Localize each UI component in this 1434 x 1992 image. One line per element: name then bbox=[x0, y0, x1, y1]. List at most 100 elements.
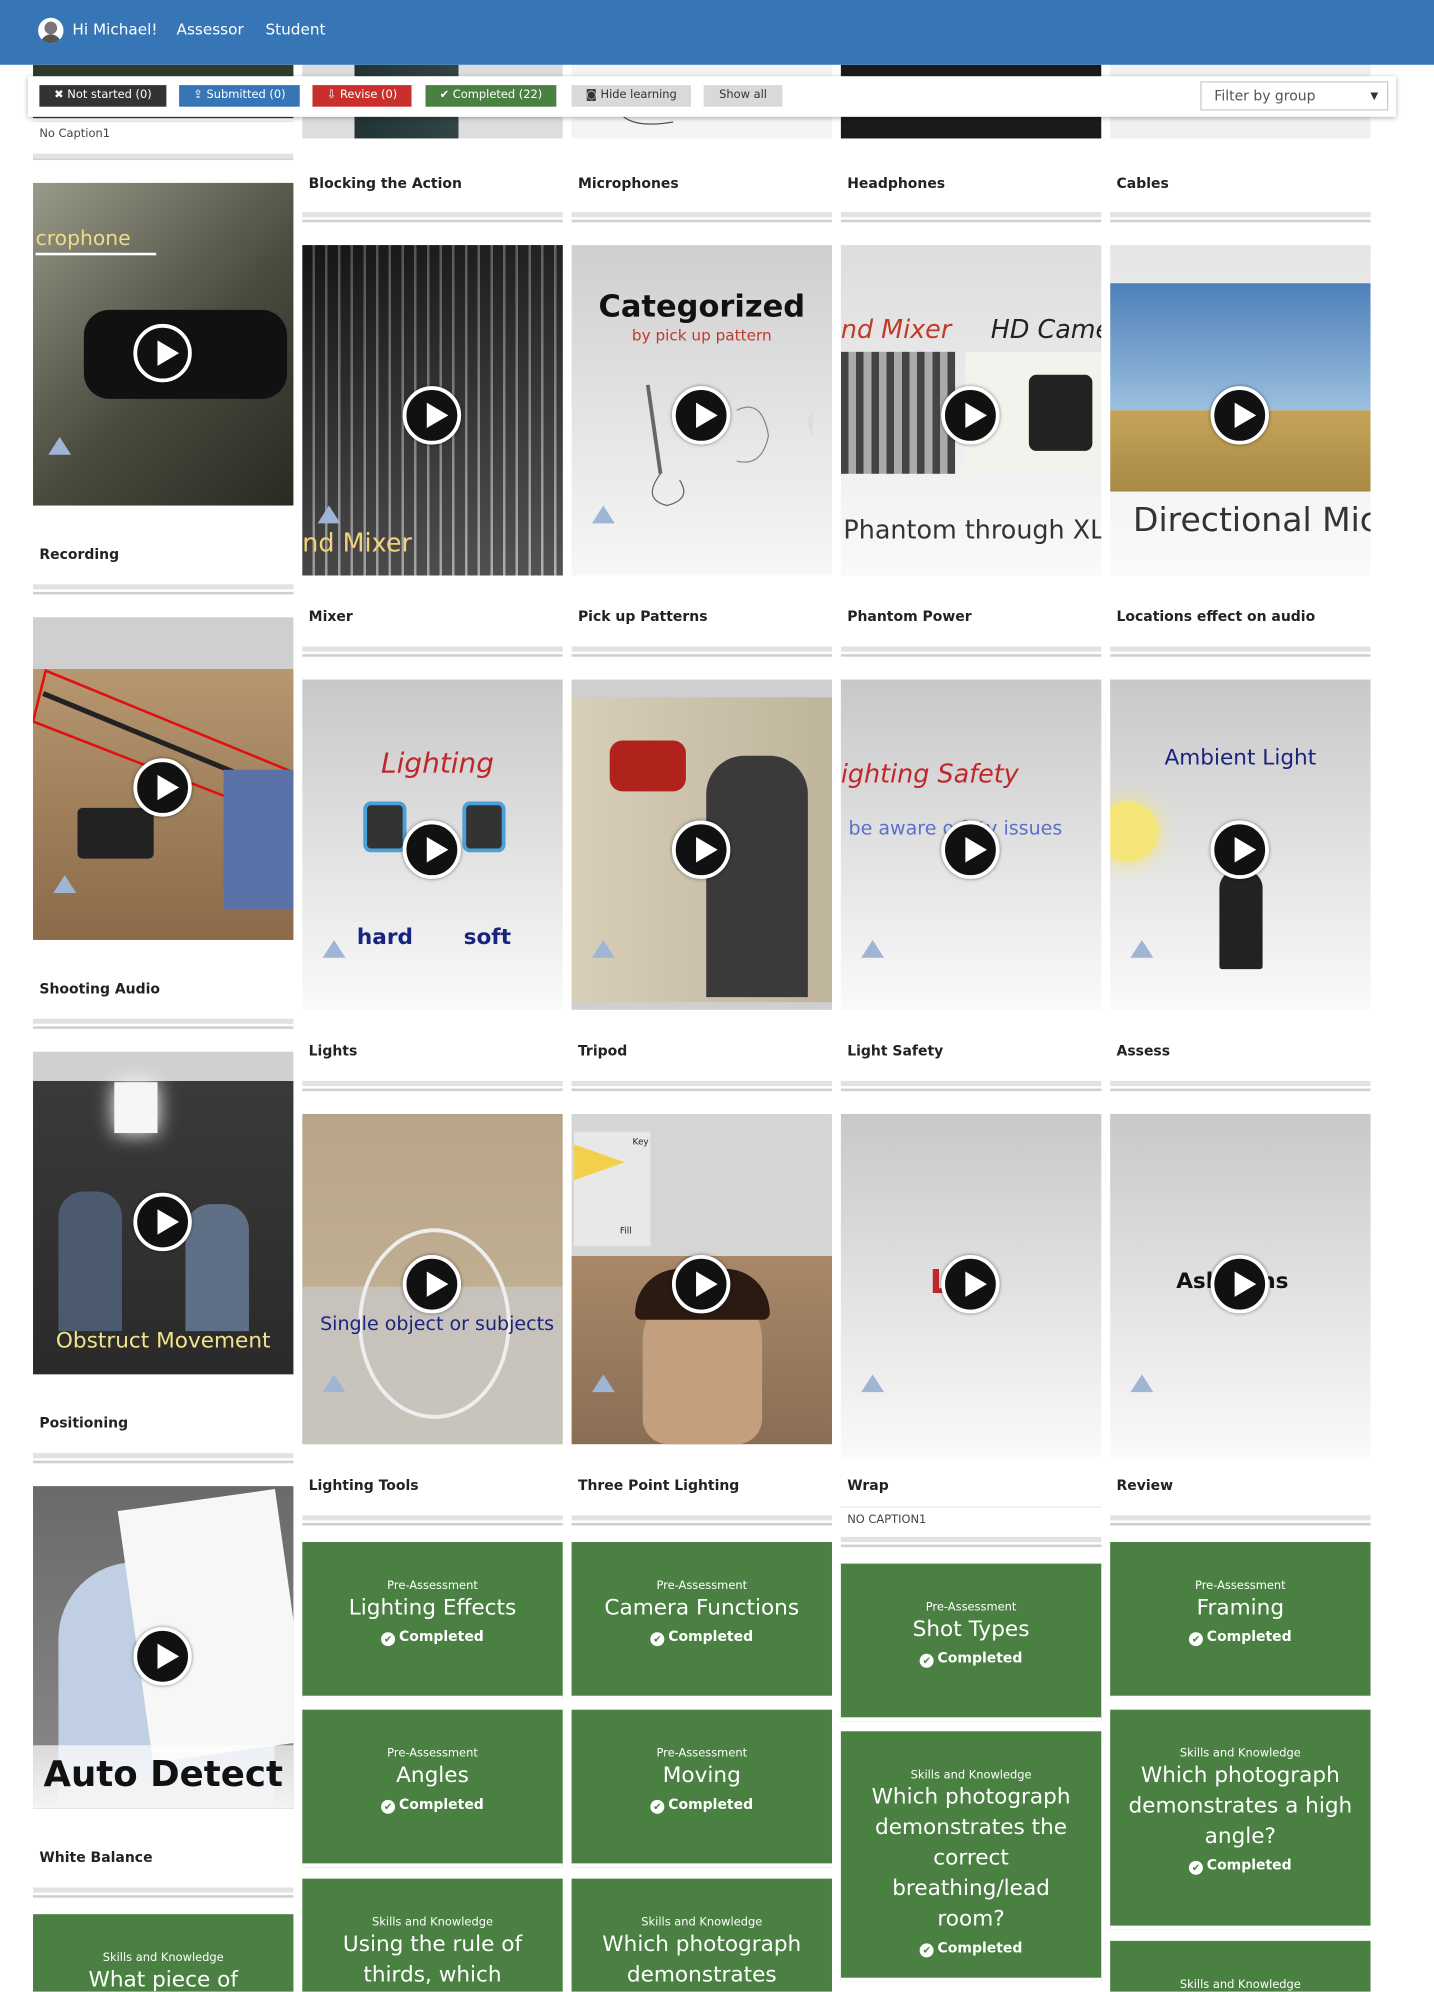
play-icon[interactable] bbox=[1210, 386, 1269, 445]
task-card[interactable]: Skills and Knowledge What piece of bbox=[33, 1914, 294, 1992]
logo-icon bbox=[1128, 1374, 1156, 1397]
play-icon[interactable] bbox=[671, 820, 731, 879]
video-thumbnail: ighting Safety be aware o fety issues bbox=[840, 679, 1102, 1010]
completed-filter-button[interactable]: ✔ Completed (22) bbox=[425, 85, 557, 107]
learning-card[interactable]: Auto Detect White Balance bbox=[33, 1486, 294, 1898]
filter-by-group-select[interactable]: Filter by group ▼ bbox=[1200, 81, 1389, 111]
greeting-link[interactable]: Hi Michael! bbox=[72, 20, 157, 38]
learning-card[interactable]: Ask tions Review bbox=[1110, 1113, 1371, 1526]
play-icon[interactable] bbox=[941, 1254, 1000, 1314]
task-card[interactable]: Pre-Assessment Lighting Effects ✔ Complet… bbox=[302, 1542, 563, 1700]
upload-icon: ⇪ bbox=[193, 88, 207, 102]
learning-card[interactable]: Shooting Audio bbox=[33, 617, 294, 1029]
task-card[interactable]: Pre-Assessment Angles ✔ Completed bbox=[302, 1709, 563, 1868]
card-caption: Blocking the Action bbox=[308, 175, 462, 192]
logo-icon bbox=[320, 939, 348, 963]
card-caption: Light Safety bbox=[847, 1042, 944, 1060]
learning-card[interactable]: Tripod bbox=[571, 679, 832, 1092]
card-caption: Review bbox=[1116, 1477, 1174, 1494]
binoculars-icon: ◙ bbox=[585, 88, 601, 102]
task-card[interactable]: Skills and Knowledge Which photograph de… bbox=[840, 1731, 1102, 1982]
logo-icon bbox=[315, 505, 343, 529]
revise-icon: ⇩ bbox=[326, 88, 340, 102]
nav-assessor[interactable]: Assessor bbox=[177, 20, 244, 38]
card-caption: No Caption1 bbox=[39, 128, 110, 141]
logo-icon bbox=[589, 1374, 617, 1397]
learning-card[interactable]: Single object or subjects Lighting Tools bbox=[302, 1113, 563, 1526]
play-icon[interactable] bbox=[133, 1627, 192, 1686]
learning-card[interactable]: Lighting hard soft Lights bbox=[302, 679, 563, 1092]
task-card[interactable]: Pre-Assessment Camera Functions ✔ Complet… bbox=[571, 1542, 832, 1700]
play-icon[interactable] bbox=[1210, 820, 1269, 879]
card-caption: Headphones bbox=[847, 175, 946, 192]
play-icon[interactable] bbox=[941, 820, 1000, 879]
learning-card[interactable]: Categorized by pick up pattern Pick up P… bbox=[571, 245, 832, 657]
check-icon: ✔ bbox=[381, 1799, 396, 1814]
video-thumbnail bbox=[571, 679, 832, 1010]
task-card[interactable]: Skills and Knowledge Which photograph de… bbox=[1110, 1709, 1371, 1930]
hide-learning-button[interactable]: ◙ Hide learning bbox=[571, 85, 691, 107]
check-icon: ✔ bbox=[1189, 1860, 1203, 1875]
page: Hi Michael! Assessor Student ✖ Not start… bbox=[0, 0, 1434, 1992]
play-icon[interactable] bbox=[133, 323, 192, 383]
task-card[interactable]: Skills and Knowledge Which photograph de… bbox=[571, 1878, 832, 1992]
revise-filter-button[interactable]: ⇩ Revise (0) bbox=[312, 85, 412, 107]
video-thumbnail: crophone bbox=[33, 182, 294, 506]
video-thumbnail: Single object or subjects bbox=[302, 1113, 563, 1445]
learning-card[interactable]: nd Mixer HD Came Phantom through XLR Pha… bbox=[840, 245, 1102, 657]
learning-card[interactable]: Key Fill Three Point Lighting bbox=[571, 1113, 832, 1526]
show-all-button[interactable]: Show all bbox=[703, 85, 783, 107]
play-icon[interactable] bbox=[671, 386, 731, 445]
video-thumbnail: L I bbox=[840, 1113, 1102, 1457]
task-card[interactable]: Pre-Assessment Shot Types ✔ Completed bbox=[840, 1563, 1102, 1722]
logo-icon bbox=[589, 505, 617, 529]
x-circle-icon: ✖ bbox=[54, 88, 68, 102]
check-icon: ✔ bbox=[919, 1653, 934, 1668]
card-caption: Microphones bbox=[577, 175, 679, 192]
play-icon[interactable] bbox=[133, 1192, 192, 1252]
learning-card[interactable]: crophone Recording bbox=[33, 182, 294, 595]
task-card[interactable]: Pre-Assessment Framing ✔ Completed bbox=[1110, 1542, 1371, 1700]
logo-icon bbox=[51, 875, 79, 898]
video-thumbnail: Directional Mic bbox=[1110, 245, 1371, 576]
video-thumbnail: Key Fill bbox=[571, 1113, 832, 1445]
card-caption: Recording bbox=[39, 546, 120, 563]
logo-icon bbox=[46, 436, 74, 460]
play-icon[interactable] bbox=[133, 758, 192, 817]
play-icon[interactable] bbox=[402, 820, 462, 879]
video-thumbnail: Ambient Light bbox=[1110, 679, 1371, 1010]
dropdown-arrow-icon: ▼ bbox=[1370, 90, 1379, 102]
video-thumbnail bbox=[33, 617, 294, 940]
task-card[interactable]: Skills and Knowledge bbox=[1110, 1940, 1371, 1992]
nav-student[interactable]: Student bbox=[265, 20, 325, 38]
check-icon: ✔ bbox=[650, 1632, 665, 1647]
learning-card[interactable]: Obstruct Movement Positioning bbox=[33, 1051, 294, 1464]
play-icon[interactable] bbox=[671, 1254, 731, 1314]
check-icon: ✔ bbox=[381, 1632, 396, 1647]
learning-card[interactable]: ighting Safety be aware o fety issues Li… bbox=[840, 679, 1102, 1092]
check-icon: ✔ bbox=[650, 1799, 665, 1814]
learning-card[interactable]: Ambient Light Assess bbox=[1110, 679, 1371, 1092]
learning-card[interactable]: L I Wrap NO CAPTION1 bbox=[840, 1113, 1102, 1548]
card-caption: Positioning bbox=[39, 1415, 129, 1432]
play-icon[interactable] bbox=[402, 1254, 462, 1314]
video-thumbnail: nd Mixer HD Came Phantom through XLR bbox=[840, 245, 1102, 576]
play-icon[interactable] bbox=[941, 386, 1000, 445]
not-started-filter-button[interactable]: ✖ Not started (0) bbox=[39, 85, 167, 107]
play-icon[interactable] bbox=[402, 386, 462, 445]
card-caption: Lights bbox=[308, 1042, 358, 1060]
learning-card[interactable]: Directional Mic Locations effect on audi… bbox=[1110, 245, 1371, 657]
video-thumbnail: Auto Detect bbox=[33, 1486, 294, 1809]
card-caption: Tripod bbox=[577, 1042, 628, 1060]
task-card[interactable]: Skills and Knowledge Using the rule of t… bbox=[302, 1878, 563, 1992]
logo-icon bbox=[1128, 939, 1156, 963]
learning-card[interactable]: nd Mixer Mixer bbox=[302, 245, 563, 657]
avatar[interactable] bbox=[38, 17, 64, 44]
submitted-filter-button[interactable]: ⇪ Submitted (0) bbox=[179, 85, 300, 107]
card-caption: Mixer bbox=[308, 608, 353, 625]
check-icon: ✔ bbox=[1189, 1632, 1203, 1647]
task-card[interactable]: Pre-Assessment Moving ✔ Completed bbox=[571, 1709, 832, 1868]
card-caption: Lighting Tools bbox=[308, 1477, 419, 1494]
video-thumbnail: Categorized by pick up pattern bbox=[571, 245, 832, 576]
play-icon[interactable] bbox=[1210, 1254, 1269, 1314]
